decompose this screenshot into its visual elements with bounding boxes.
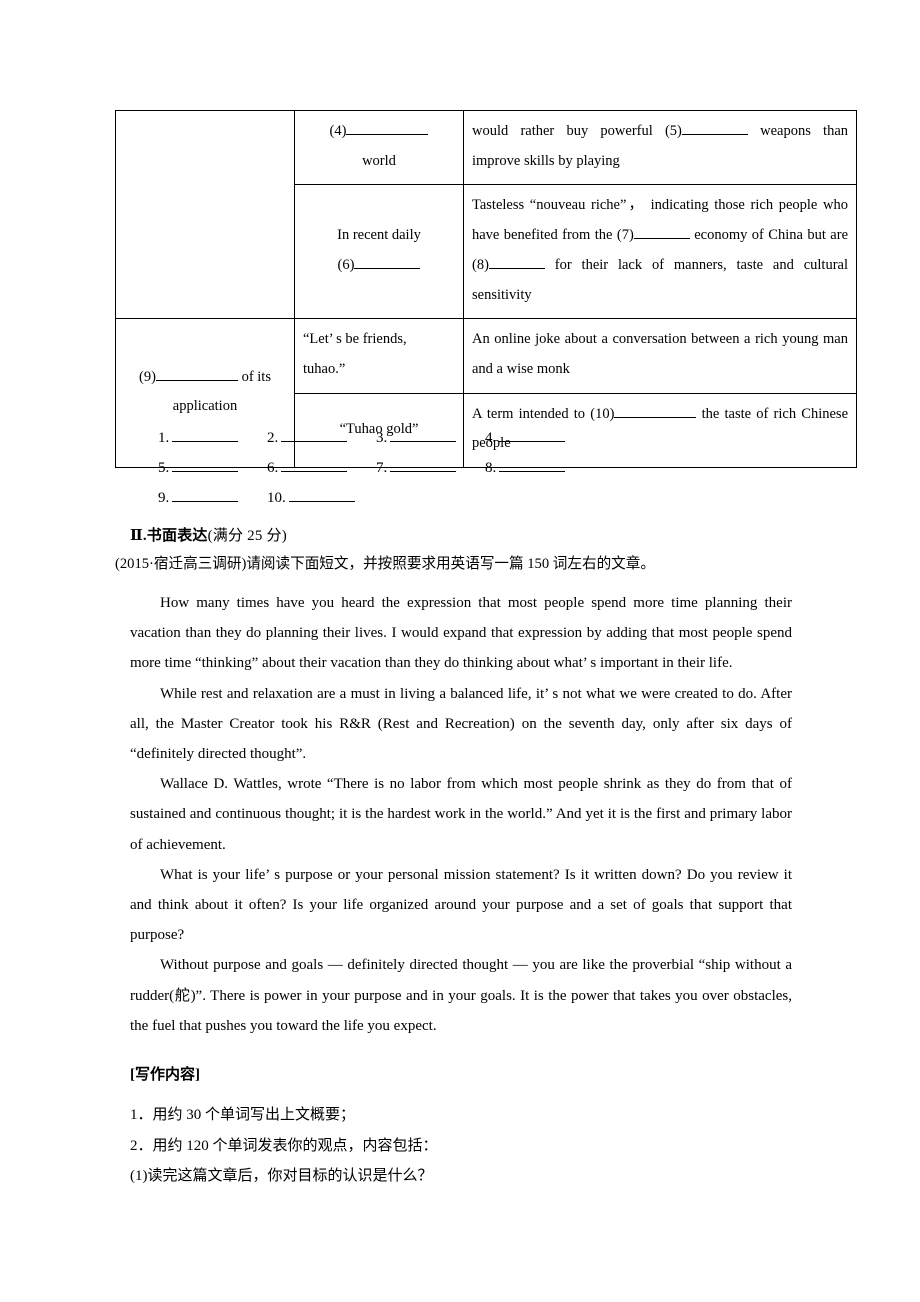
answer-input-7[interactable] <box>390 471 457 472</box>
passage-paragraph: While rest and relaxation are a must in … <box>130 685 792 763</box>
passage-paragraph: Without purpose and goals — definitely d… <box>130 957 792 1034</box>
answer-input-6[interactable] <box>281 471 348 472</box>
answer-input-1[interactable] <box>172 441 239 442</box>
table-cell-topic-4: (4) world <box>294 109 464 186</box>
answer-row-1: 1. 2. 3. 4. <box>158 430 798 460</box>
answer-item-4[interactable]: 4. <box>485 430 594 447</box>
answer-blank-grid: 1. 2. 3. 4. 5. 6. 7. 8. 9. 10. <box>158 430 798 520</box>
answer-item-9[interactable]: 9. <box>158 490 267 507</box>
writing-requirement-item: (1)读完这篇文章后，你对目标的认识是什么？ <box>130 1168 433 1184</box>
writing-requirement-item: 1．用约 30 个单词写出上文概要； <box>130 1107 356 1123</box>
answer-item-10[interactable]: 10. <box>267 490 376 507</box>
answer-number-2: 2. <box>267 430 279 446</box>
answer-input-9[interactable] <box>172 501 239 502</box>
section-heading-title: Ⅱ.书面表达 <box>130 528 208 544</box>
outline-table: (4) world would rather buy powerful (5) … <box>115 109 857 469</box>
category-9-suffix: of its <box>237 368 271 385</box>
answer-number-6: 6. <box>267 460 279 476</box>
section-heading-score: (满分 25 分) <box>207 528 287 544</box>
section-heading: Ⅱ.书面表达(满分 25 分) <box>130 524 287 545</box>
table-row: (4) world would rather buy powerful (5) … <box>115 109 857 320</box>
topic-6-line2: (6) <box>303 251 455 281</box>
category-9-line2: application <box>172 398 238 415</box>
answer-item-5[interactable]: 5. <box>158 460 267 477</box>
blank-8 <box>488 267 545 269</box>
topic-6-prefix: (6) <box>337 256 355 273</box>
blank-7 <box>633 238 690 240</box>
answer-item-6[interactable]: 6. <box>267 460 376 477</box>
answer-number-7: 7. <box>376 460 388 476</box>
detail-joke-text: An online joke about a conversation betw… <box>472 331 848 378</box>
document-page: (4) world would rather buy powerful (5) … <box>0 0 920 1302</box>
topic-4-line2: world <box>362 152 396 169</box>
answer-number-8: 8. <box>485 460 497 476</box>
outline-table-container: (4) world would rather buy powerful (5) … <box>115 109 857 469</box>
blank-9 <box>155 379 238 381</box>
table-cell-detail-7-8: Tasteless “nouveau riche”， indicating th… <box>463 184 857 320</box>
answer-item-2[interactable]: 2. <box>267 430 376 447</box>
answer-number-4: 4. <box>485 430 497 446</box>
table-row: (9) of its application “Let’ s be friend… <box>115 318 857 469</box>
table-cell-detail-joke: An online joke about a conversation betw… <box>463 318 857 394</box>
answer-item-3[interactable]: 3. <box>376 430 485 447</box>
writing-requirements: [写作内容] 1．用约 30 个单词写出上文概要； 2．用约 120 个单词发表… <box>130 1062 810 1192</box>
answer-number-3: 3. <box>376 430 388 446</box>
answer-row-3: 9. 10. <box>158 490 798 520</box>
detail-8-text-c: for their lack of manners, taste and cul… <box>472 256 848 303</box>
detail-5-text-a: would rather buy powerful (5) <box>472 123 682 139</box>
answer-input-2[interactable] <box>281 441 348 442</box>
topic-lets-line1: “Let’ s be friends, <box>303 331 407 348</box>
writing-requirement-item: 2．用约 120 个单词发表你的观点，内容包括： <box>130 1137 438 1154</box>
answer-input-3[interactable] <box>390 441 457 442</box>
blank-4 <box>346 134 429 135</box>
answer-input-4[interactable] <box>499 441 566 442</box>
section-prompt: (2015·宿迁高三调研)请阅读下面短文，并按照要求用英语写一篇 150 词左右… <box>115 556 655 572</box>
detail-10-text-a: A term intended to (10) <box>472 405 615 422</box>
passage-paragraph: What is your life’ s purpose or your per… <box>130 866 792 944</box>
answer-input-10[interactable] <box>288 501 355 502</box>
blank-10 <box>614 416 697 418</box>
answer-item-7[interactable]: 7. <box>376 460 485 477</box>
table-cell-detail-5: would rather buy powerful (5) weapons th… <box>463 109 857 186</box>
topic-lets-line2: tuhao.” <box>303 361 346 378</box>
answer-item-8[interactable]: 8. <box>485 460 594 477</box>
blank-6 <box>354 267 421 269</box>
table-cell-topic-6: In recent daily (6) <box>294 184 464 320</box>
topic-4-prefix: (4) <box>329 123 347 139</box>
answer-number-1: 1. <box>158 430 170 446</box>
passage-paragraph: Wallace D. Wattles, wrote “There is no l… <box>130 776 792 853</box>
topic-6-line1: In recent daily <box>337 227 421 244</box>
blank-5 <box>681 134 748 135</box>
writing-requirements-heading: [写作内容] <box>130 1067 200 1083</box>
topic-4-line1: (4) <box>303 117 455 147</box>
passage-paragraph: How many times have you heard the expres… <box>130 595 792 672</box>
table-cell-topic-lets-be-friends: “Let’ s be friends, tuhao.” <box>294 318 464 394</box>
answer-number-5: 5. <box>158 460 170 476</box>
table-cell-category-empty <box>115 109 295 320</box>
category-9-line1: (9) of its <box>124 363 286 393</box>
answer-input-5[interactable] <box>172 471 239 472</box>
answer-number-9: 9. <box>158 490 170 506</box>
passage-body: How many times have you heard the expres… <box>130 588 792 1041</box>
answer-input-8[interactable] <box>499 471 566 472</box>
category-9-prefix: (9) <box>139 368 156 385</box>
answer-row-2: 5. 6. 7. 8. <box>158 460 798 490</box>
answer-item-1[interactable]: 1. <box>158 430 267 447</box>
answer-number-10: 10. <box>267 490 286 506</box>
